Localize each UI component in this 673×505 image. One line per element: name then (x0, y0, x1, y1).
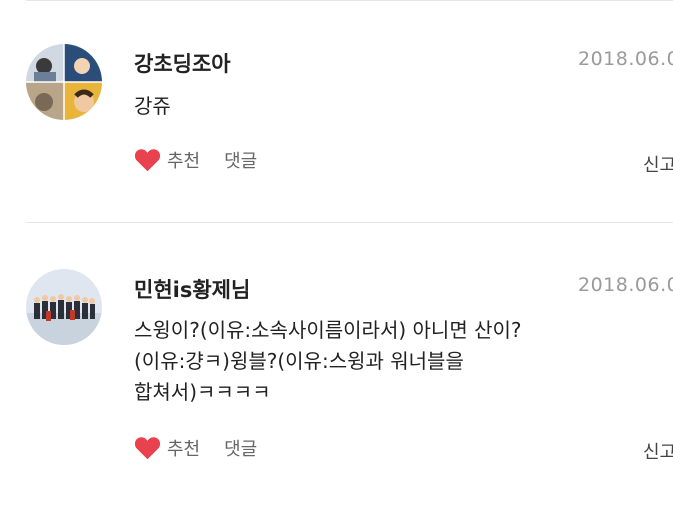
comment-actions: 추천 댓글 (134, 147, 263, 173)
like-button[interactable]: 추천 (134, 435, 206, 461)
heart-icon (134, 437, 161, 460)
heart-icon (134, 149, 161, 172)
comment-body-line: 스윙이?(이유:소속사이름이라서) 아니면 산이? (134, 318, 522, 342)
comment-body: 강쥬 (134, 94, 171, 118)
comment-item: 민현is황제님 2018.06.0 스윙이?(이유:소속사이름이라서) 아니면 … (0, 223, 673, 505)
report-button[interactable]: 신고 (643, 438, 673, 464)
avatar[interactable] (26, 269, 102, 345)
comment-date: 2018.06.0 (578, 48, 673, 70)
avatar[interactable] (26, 44, 102, 120)
comment-item: 강초딩조아 2018.06.0 강쥬 추천 댓글 신고 (0, 0, 673, 222)
reply-label: 댓글 (224, 151, 258, 172)
comment-author[interactable]: 민현is황제님 (134, 274, 250, 304)
reply-label: 댓글 (224, 439, 258, 460)
report-button[interactable]: 신고 (643, 151, 673, 177)
comment-date: 2018.06.0 (578, 274, 673, 296)
like-label: 추천 (167, 151, 201, 172)
comment-actions: 추천 댓글 (134, 435, 263, 461)
comment-body-line: (이유:걍ㅋ)윙블?(이유:스윙과 워너블을 (134, 349, 464, 373)
comment-body-line: 합쳐서)ㅋㅋㅋㅋ (134, 380, 271, 404)
avatar-image (26, 44, 102, 120)
reply-button[interactable]: 댓글 (224, 147, 263, 173)
avatar-image (26, 269, 102, 345)
comment-list: 강초딩조아 2018.06.0 강쥬 추천 댓글 신고 민현is황제님 2018… (0, 0, 673, 505)
comment-body: 스윙이?(이유:소속사이름이라서) 아니면 산이? (이유:걍ㅋ)윙블?(이유:… (134, 315, 654, 408)
reply-button[interactable]: 댓글 (224, 435, 263, 461)
comment-author[interactable]: 강초딩조아 (134, 48, 231, 78)
like-button[interactable]: 추천 (134, 147, 206, 173)
like-label: 추천 (167, 439, 201, 460)
